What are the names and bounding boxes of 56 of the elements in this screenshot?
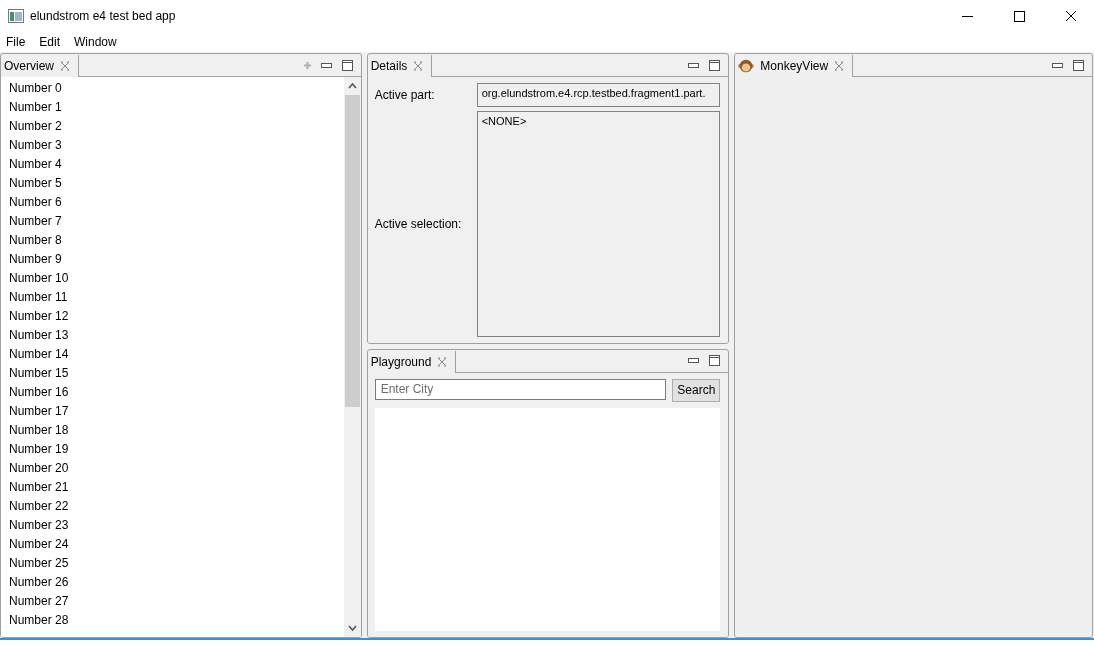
view-tab[interactable]: MonkeyView (735, 55, 854, 77)
maximize-icon[interactable] (1013, 10, 1025, 22)
menu-item[interactable]: Window (74, 35, 117, 49)
list-item[interactable]: Number 16 (9, 383, 336, 402)
view-tab[interactable]: Overview (1, 55, 79, 77)
menu-item[interactable]: File (6, 35, 26, 49)
field-label: Active selection: (374, 216, 463, 231)
list-item[interactable]: Number 5 (9, 174, 336, 193)
app-icon (8, 9, 24, 23)
monkey-icon (738, 59, 755, 73)
list-item[interactable]: Number 25 (9, 554, 336, 573)
active-part-field[interactable]: org.elundstrom.e4.rcp.testbed.fragment1.part. (476, 83, 721, 107)
list-item[interactable]: Number 1 (9, 98, 336, 117)
list-item[interactable]: Number 7 (9, 212, 336, 231)
list-item[interactable]: Number 24 (9, 535, 336, 554)
search-button[interactable]: Search (672, 378, 721, 402)
list-item[interactable]: Number 0 (9, 79, 336, 98)
list-item[interactable]: Number 21 (9, 478, 336, 497)
list-item[interactable]: Number 18 (9, 421, 336, 440)
list-item[interactable]: Number 20 (9, 459, 336, 478)
list-item[interactable]: Number 2 (9, 117, 336, 136)
view-tab[interactable]: Playground (367, 350, 457, 373)
list-item[interactable]: Number 3 (9, 136, 336, 155)
list-item[interactable]: Number 11 (9, 288, 336, 307)
list-item[interactable]: Number 12 (9, 307, 336, 326)
minimize-icon[interactable] (1052, 62, 1063, 68)
minimize-icon[interactable] (688, 358, 700, 363)
list-item[interactable]: Number 9 (9, 250, 336, 269)
close-icon[interactable] (1065, 10, 1077, 22)
city-input[interactable]: Enter City (374, 378, 667, 400)
list-item[interactable]: Number 27 (9, 592, 336, 611)
list-item[interactable]: Number 23 (9, 516, 336, 535)
list-item[interactable]: Number 10 (9, 269, 336, 288)
list-item[interactable]: Number 22 (9, 497, 336, 516)
list-item[interactable]: Number 6 (9, 193, 336, 212)
maximize-icon[interactable] (709, 59, 721, 71)
list-item[interactable]: Number 17 (9, 402, 336, 421)
minimize-icon[interactable] (320, 62, 332, 68)
maximize-icon[interactable] (1073, 59, 1084, 71)
list-item[interactable]: Number 19 (9, 440, 336, 459)
minimize-icon[interactable] (961, 15, 973, 17)
list-item[interactable]: Number 4 (9, 155, 336, 174)
window-title: elundstrom e4 test bed app (30, 9, 177, 23)
menu-item[interactable]: Edit (39, 35, 61, 49)
view-tab[interactable]: Details (367, 55, 433, 77)
list-item[interactable]: Number 8 (9, 231, 336, 250)
list-item[interactable]: Number 14 (9, 345, 336, 364)
maximize-icon[interactable] (341, 59, 353, 71)
maximize-icon[interactable] (709, 355, 721, 366)
list-item[interactable]: Number 15 (9, 364, 336, 383)
active-selection-field[interactable]: <NONE> (476, 111, 721, 337)
field-label: Active part: (374, 88, 436, 102)
list-item[interactable]: Number 28 (9, 611, 336, 630)
list-item[interactable]: Number 26 (9, 573, 336, 592)
minimize-icon[interactable] (688, 62, 700, 68)
list-item[interactable]: Number 13 (9, 326, 336, 345)
